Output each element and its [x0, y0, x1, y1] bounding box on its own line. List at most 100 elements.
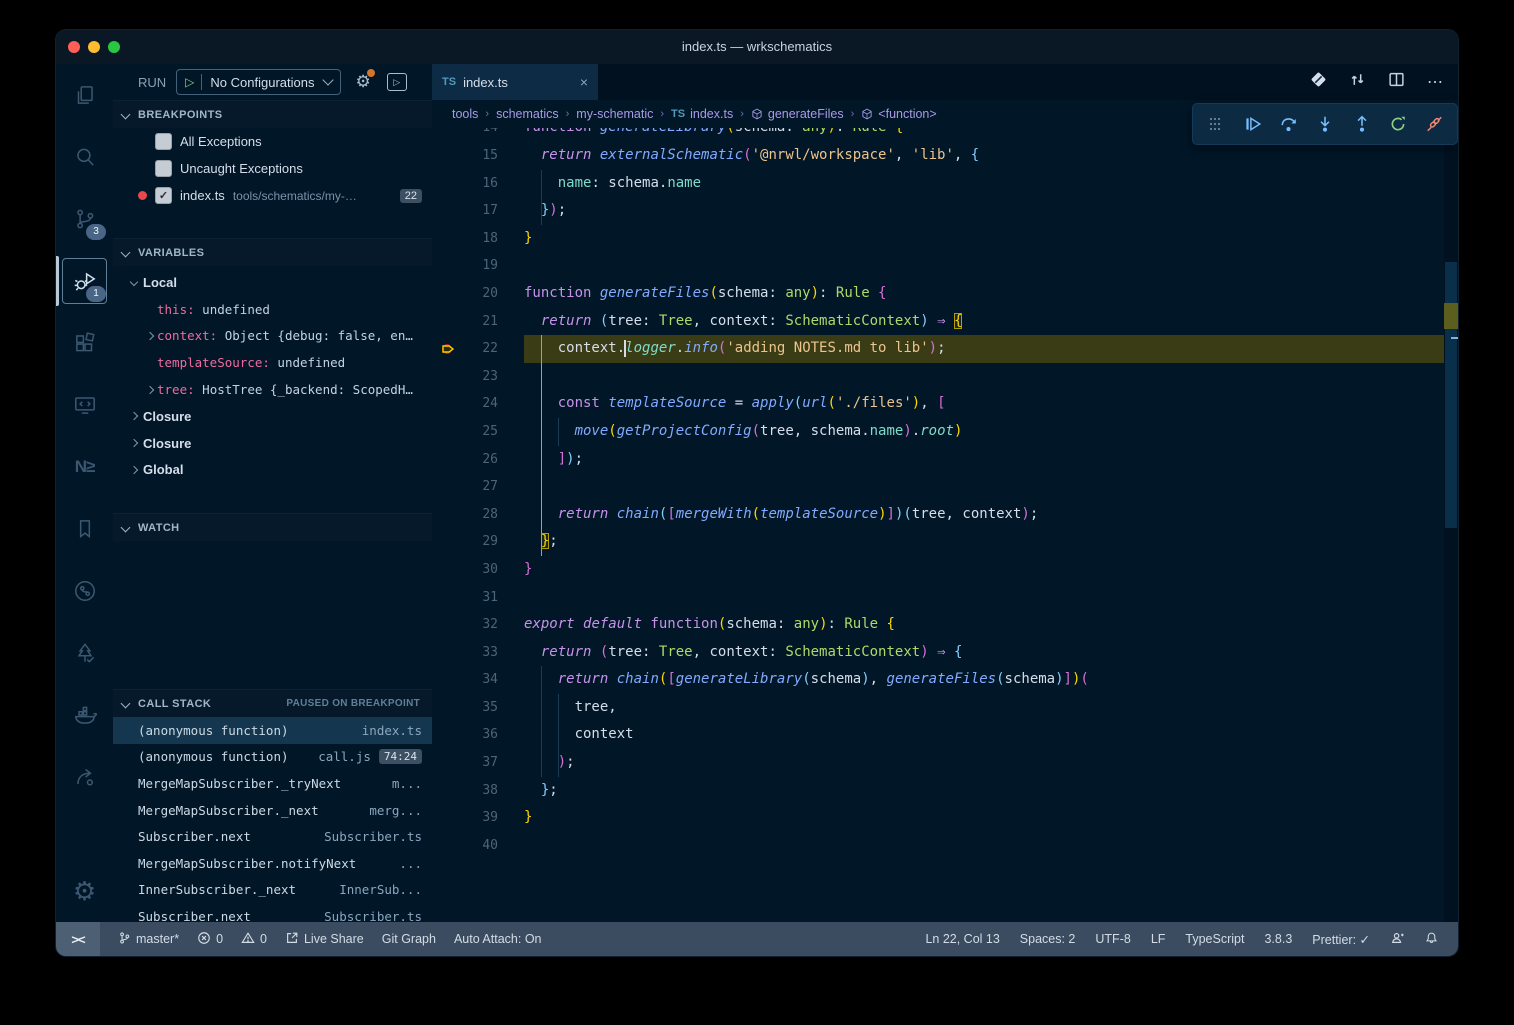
breakpoint-row[interactable]: All Exceptions	[113, 128, 432, 155]
gutter[interactable]: 21	[432, 308, 524, 336]
gutter[interactable]: 35	[432, 694, 524, 722]
code-line-15[interactable]: 15 return externalSchematic('@nrwl/works…	[432, 142, 1444, 170]
code-line-18[interactable]: 18}	[432, 225, 1444, 253]
tab-index-ts[interactable]: TS index.ts ×	[432, 64, 598, 100]
disconnect-button[interactable]	[1421, 110, 1449, 138]
scope-row[interactable]: Local	[113, 269, 432, 296]
code-line-24[interactable]: 24 const templateSource = apply(url('./f…	[432, 390, 1444, 418]
activity-files-icon[interactable]	[56, 64, 113, 126]
code-line-22[interactable]: 22 context.logger.info('adding NOTES.md …	[432, 335, 1444, 363]
gutter[interactable]: 20	[432, 280, 524, 308]
gutter[interactable]: 37	[432, 749, 524, 777]
call-stack-frame[interactable]: MergeMapSubscriber.notifyNext...	[113, 850, 432, 877]
call-stack-header[interactable]: CALL STACK PAUSED ON BREAKPOINT	[113, 689, 432, 717]
activity-extensions-icon[interactable]	[56, 312, 113, 374]
close-tab-icon[interactable]: ×	[580, 74, 588, 90]
activity-source-control-icon[interactable]: 3	[56, 188, 113, 250]
launch-configuration-dropdown[interactable]: ▷ No Configurations	[176, 69, 341, 95]
gutter[interactable]: 25	[432, 418, 524, 446]
status-0[interactable]: 0	[241, 931, 267, 948]
gutter[interactable]: 34	[432, 666, 524, 694]
status-auto-attach-on[interactable]: Auto Attach: On	[454, 932, 542, 946]
code-line-29[interactable]: 29 };	[432, 528, 1444, 556]
scope-row[interactable]: Closure	[113, 403, 432, 430]
restart-button[interactable]	[1384, 110, 1412, 138]
code-line-19[interactable]: 19	[432, 252, 1444, 280]
more-actions-icon[interactable]: ⋯	[1427, 72, 1444, 92]
gutter[interactable]: 26	[432, 446, 524, 474]
status-feedback[interactable]	[1390, 931, 1405, 948]
code-line-27[interactable]: 27	[432, 473, 1444, 501]
status-live-share[interactable]: Live Share	[285, 931, 364, 948]
status-master-[interactable]: master*	[118, 931, 179, 948]
gutter[interactable]: 15	[432, 142, 524, 170]
call-stack-frame[interactable]: MergeMapSubscriber._nextmerg...	[113, 797, 432, 824]
code-line-28[interactable]: 28 return chain([mergeWith(templateSourc…	[432, 501, 1444, 529]
code-line-21[interactable]: 21 return (tree: Tree, context: Schemati…	[432, 308, 1444, 336]
gutter[interactable]: 32	[432, 611, 524, 639]
step-out-button[interactable]	[1348, 110, 1376, 138]
gutter[interactable]: 38	[432, 777, 524, 805]
code-line-33[interactable]: 33 return (tree: Tree, context: Schemati…	[432, 639, 1444, 667]
split-editor-icon[interactable]	[1388, 71, 1405, 93]
status-lf[interactable]: LF	[1151, 932, 1166, 946]
debug-console-icon[interactable]: ▷	[387, 73, 407, 91]
configure-gear-icon[interactable]: ⚙	[355, 72, 370, 92]
status-spaces-2[interactable]: Spaces: 2	[1020, 932, 1076, 946]
title-bar[interactable]: index.ts — wrkschematics	[56, 30, 1458, 65]
code-line-37[interactable]: 37 );	[432, 749, 1444, 777]
code-line-39[interactable]: 39}	[432, 804, 1444, 832]
start-debug-icon[interactable]: ▷	[185, 75, 194, 89]
gutter[interactable]: 29	[432, 528, 524, 556]
code-line-35[interactable]: 35 tree,	[432, 694, 1444, 722]
code-line-31[interactable]: 31	[432, 584, 1444, 612]
settings-gear-icon[interactable]: ⚙	[56, 866, 113, 916]
call-stack-frame[interactable]: (anonymous function)index.ts	[113, 717, 432, 744]
gutter[interactable]: 39	[432, 804, 524, 832]
gutter[interactable]: 23	[432, 363, 524, 391]
gutter[interactable]: 14	[432, 128, 524, 142]
remote-indicator[interactable]: ><	[56, 922, 100, 956]
gutter[interactable]: 27	[432, 473, 524, 501]
gutter[interactable]: 28	[432, 501, 524, 529]
activity-test-explorer-icon[interactable]	[56, 622, 113, 684]
variables-header[interactable]: VARIABLES	[113, 238, 432, 266]
status-0[interactable]: 0	[197, 931, 223, 948]
code-line-34[interactable]: 34 return chain([generateLibrary(schema)…	[432, 666, 1444, 694]
breakpoints-header[interactable]: BREAKPOINTS	[113, 100, 432, 128]
gutter[interactable]: 17	[432, 197, 524, 225]
activity-nx-console-icon[interactable]: N≥	[56, 436, 113, 498]
call-stack-frame[interactable]: (anonymous function)call.js74:24	[113, 744, 432, 771]
status-typescript[interactable]: TypeScript	[1185, 932, 1244, 946]
breakpoint-checkbox[interactable]	[155, 133, 172, 150]
status-3-8-3[interactable]: 3.8.3	[1264, 932, 1292, 946]
code-line-23[interactable]: 23	[432, 363, 1444, 391]
activity-remote-explorer-icon[interactable]	[56, 374, 113, 436]
code-line-20[interactable]: 20function generateFiles(schema: any): R…	[432, 280, 1444, 308]
gutter[interactable]: 33	[432, 639, 524, 667]
code-line-25[interactable]: 25 move(getProjectConfig(tree, schema.na…	[432, 418, 1444, 446]
status-git-graph[interactable]: Git Graph	[382, 932, 436, 946]
code-line-17[interactable]: 17 });	[432, 197, 1444, 225]
breadcrumb-item[interactable]: generateFiles	[751, 107, 844, 121]
breadcrumb-item[interactable]: schematics	[496, 107, 559, 121]
status-ln-22-col-13[interactable]: Ln 22, Col 13	[925, 932, 999, 946]
gutter[interactable]: 16	[432, 170, 524, 198]
step-over-button[interactable]	[1274, 110, 1302, 138]
code-line-26[interactable]: 26 ]);	[432, 446, 1444, 474]
gutter[interactable]: 18	[432, 225, 524, 253]
code-line-16[interactable]: 16 name: schema.name	[432, 170, 1444, 198]
continue-button[interactable]	[1238, 110, 1266, 138]
code-line-38[interactable]: 38 };	[432, 777, 1444, 805]
status-prettier-[interactable]: Prettier: ✓	[1312, 932, 1370, 947]
gutter[interactable]: 36	[432, 721, 524, 749]
code-line-40[interactable]: 40	[432, 832, 1444, 860]
activity-docker-icon[interactable]	[56, 684, 113, 746]
variable-row[interactable]: tree: HostTree {_backend: ScopedH…	[113, 376, 432, 403]
gutter[interactable]: 19	[432, 252, 524, 280]
variable-row[interactable]: templateSource: undefined	[113, 349, 432, 376]
breadcrumb-item[interactable]: tools	[452, 107, 478, 121]
gutter[interactable]: 22	[432, 335, 524, 363]
open-changes-icon[interactable]	[1310, 71, 1327, 93]
activity-share-icon[interactable]	[56, 746, 113, 808]
